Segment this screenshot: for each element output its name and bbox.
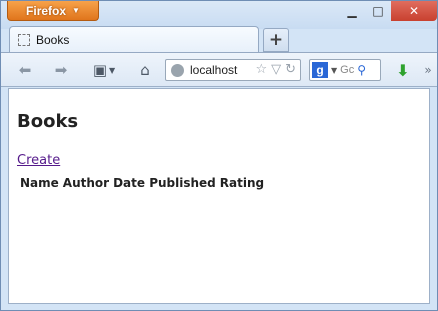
close-icon[interactable]: ✕ xyxy=(391,1,437,21)
tab-title: Books xyxy=(36,33,70,47)
url-bar[interactable]: localhost ☆ ▽ ↻ xyxy=(165,59,301,81)
search-placeholder: Gc xyxy=(340,64,355,76)
search-bar[interactable]: g ▼ Gc ⚲ xyxy=(309,59,381,81)
url-dropdown-icon[interactable]: ▽ xyxy=(271,62,281,77)
page-title: Books xyxy=(17,111,79,132)
search-engine-dropdown-icon[interactable]: ▼ xyxy=(331,66,337,75)
page-favicon-icon xyxy=(18,34,30,46)
title-bar: Firefox ▼ ▁ □ ✕ xyxy=(1,1,437,29)
search-icon[interactable]: ⚲ xyxy=(357,63,366,77)
header-rating: Rating xyxy=(219,176,265,190)
download-icon[interactable]: ⬇ xyxy=(393,60,413,80)
new-tab-button[interactable]: + xyxy=(263,28,289,52)
overflow-menu-icon[interactable]: » xyxy=(421,60,435,80)
window-controls: ▁ □ ✕ xyxy=(339,1,437,21)
browser-window: Firefox ▼ ▁ □ ✕ Books + ⬅ ➡ ▣ ▼ ⌂ localho… xyxy=(0,0,438,311)
star-icon[interactable]: ☆ xyxy=(255,62,267,77)
url-text: localhost xyxy=(190,63,238,77)
home-icon[interactable]: ⌂ xyxy=(135,60,155,80)
maximize-icon[interactable]: □ xyxy=(365,1,391,21)
books-table: Name Author Date Published Rating xyxy=(17,173,267,193)
firefox-menu-label: Firefox xyxy=(26,3,67,18)
header-author: Author xyxy=(62,176,110,190)
bookmarks-icon[interactable]: ▣ ▼ xyxy=(89,60,119,80)
reload-icon[interactable]: ↻ xyxy=(285,62,296,77)
navigation-toolbar: ⬅ ➡ ▣ ▼ ⌂ localhost ☆ ▽ ↻ g ▼ Gc ⚲ ⬇ » xyxy=(1,52,437,87)
globe-icon xyxy=(171,63,184,77)
page-content: Books Create Name Author Date Published … xyxy=(8,88,430,304)
tab-books[interactable]: Books xyxy=(9,26,259,53)
table-header-row: Name Author Date Published Rating xyxy=(19,175,265,191)
back-arrow-icon[interactable]: ⬅ xyxy=(15,60,35,80)
google-icon[interactable]: g xyxy=(312,62,328,78)
header-date-published: Date Published xyxy=(113,176,216,190)
create-link[interactable]: Create xyxy=(17,153,60,168)
forward-arrow-icon[interactable]: ➡ xyxy=(51,60,71,80)
firefox-menu-button[interactable]: Firefox ▼ xyxy=(7,1,99,21)
chevron-down-icon: ▼ xyxy=(72,6,80,15)
minimize-icon[interactable]: ▁ xyxy=(339,1,365,21)
header-name: Name xyxy=(20,176,59,190)
